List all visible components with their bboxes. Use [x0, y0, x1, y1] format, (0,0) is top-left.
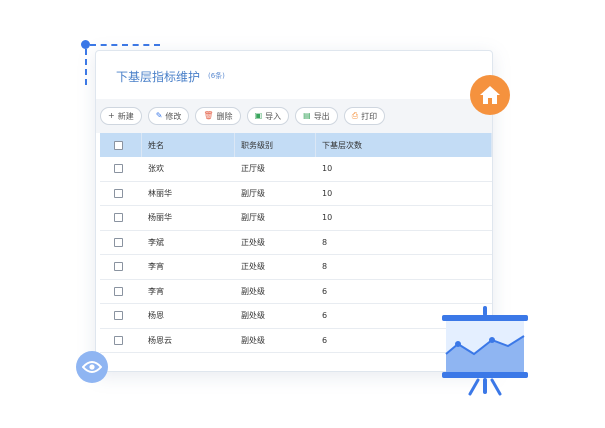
data-table: 姓名 职务级别 下基层次数 张欢 正厅级 10 林丽华 副厅级 10 杨丽华 副…: [100, 133, 492, 353]
cell-name: 李宵: [148, 262, 164, 272]
row-check-cell: [100, 255, 142, 279]
edit-button-label: 修改: [165, 111, 182, 121]
row-checkbox[interactable]: [114, 164, 123, 174]
home-icon[interactable]: [470, 75, 510, 115]
cell-name: 杨恩: [148, 311, 164, 321]
cell-level: 副处级: [241, 335, 265, 345]
table-row[interactable]: 杨丽华 副厅级 10: [100, 206, 492, 231]
edit-button[interactable]: ✎ 修改: [147, 107, 190, 125]
row-checkbox[interactable]: [114, 237, 123, 247]
row-checkbox[interactable]: [114, 262, 123, 272]
table-header-row: 姓名 职务级别 下基层次数: [100, 133, 492, 157]
import-button-label: 导入: [265, 111, 282, 121]
panel-header: 下基层指标维护 (6条): [96, 51, 492, 99]
row-check-cell: [100, 206, 142, 230]
home-glyph: [480, 86, 500, 104]
connector-dash-vertical: [85, 49, 87, 85]
table-row[interactable]: 杨恩云 副处级 6: [100, 329, 492, 353]
row-check-cell: [100, 157, 142, 181]
row-checkbox[interactable]: [114, 286, 123, 296]
delete-button-label: 删除: [216, 111, 233, 121]
table-row[interactable]: 李宵 正处级 8: [100, 255, 492, 280]
select-all-cell: [100, 133, 142, 157]
row-check-cell: [100, 231, 142, 255]
row-checkbox[interactable]: [114, 311, 123, 321]
cell-count: 8: [322, 237, 328, 247]
row-check-cell: [100, 329, 142, 353]
cell-name: 李宵: [148, 286, 164, 296]
cell-level: 正厅级: [241, 164, 265, 174]
presentation-chart-icon: [442, 306, 528, 396]
cell-count: 10: [322, 188, 333, 198]
row-check-cell: [100, 304, 142, 328]
trash-icon: 🗑: [203, 111, 214, 120]
connector-dot: [81, 40, 90, 49]
cell-count: 6: [322, 286, 328, 296]
table-row[interactable]: 杨恩 副处级 6: [100, 304, 492, 329]
import-icon: ▣: [254, 111, 263, 120]
row-check-cell: [100, 280, 142, 304]
cell-count: 8: [322, 262, 328, 272]
toolbar-area: + 新建 ✎ 修改 🗑 删除 ▣ 导入 ▤ 导出 ⎙ 打印: [96, 99, 492, 133]
edit-icon: ✎: [155, 111, 163, 120]
panel-title: 下基层指标维护: [116, 70, 201, 84]
cell-count: 10: [322, 164, 333, 174]
print-button-label: 打印: [361, 111, 378, 121]
new-button[interactable]: + 新建: [100, 107, 142, 125]
new-button-label: 新建: [117, 111, 134, 121]
row-check-cell: [100, 182, 142, 206]
cell-level: 副厅级: [241, 213, 265, 223]
table-row[interactable]: 李斌 正处级 8: [100, 231, 492, 255]
row-checkbox[interactable]: [114, 188, 123, 198]
table-row[interactable]: 林丽华 副厅级 10: [100, 182, 492, 206]
export-button[interactable]: ▤ 导出: [295, 107, 338, 125]
indicator-panel: 下基层指标维护 (6条) + 新建 ✎ 修改 🗑 删除 ▣ 导入 ▤ 导出 ⎙ …: [95, 50, 493, 372]
table-row[interactable]: 李宵 副处级 6: [100, 280, 492, 304]
print-icon: ⎙: [351, 111, 359, 120]
cell-level: 副处级: [241, 311, 265, 321]
cell-count: 10: [322, 213, 333, 223]
record-count: (6条): [208, 72, 225, 80]
cell-name: 李斌: [148, 237, 164, 247]
cell-level: 正处级: [241, 262, 265, 272]
delete-button[interactable]: 🗑 删除: [195, 107, 241, 125]
export-icon: ▤: [303, 111, 311, 120]
toolbar: + 新建 ✎ 修改 🗑 删除 ▣ 导入 ▤ 导出 ⎙ 打印: [100, 107, 386, 125]
column-header-level[interactable]: 职务级别: [235, 133, 316, 157]
cell-name: 杨丽华: [148, 213, 172, 223]
row-checkbox[interactable]: [114, 213, 123, 223]
cell-name: 林丽华: [148, 188, 172, 198]
eye-glyph: [82, 361, 102, 373]
import-button[interactable]: ▣ 导入: [246, 107, 290, 125]
column-header-count[interactable]: 下基层次数: [316, 133, 492, 157]
cell-name: 杨恩云: [148, 335, 172, 345]
column-header-name[interactable]: 姓名: [142, 133, 235, 157]
row-checkbox[interactable]: [114, 335, 123, 345]
export-button-label: 导出: [313, 111, 330, 121]
connector-dash-horizontal: [90, 44, 160, 46]
cell-name: 张欢: [148, 164, 164, 174]
select-all-checkbox[interactable]: [114, 140, 123, 150]
cell-level: 副厅级: [241, 188, 265, 198]
print-button[interactable]: ⎙ 打印: [343, 107, 386, 125]
eye-icon[interactable]: [76, 351, 108, 383]
cell-level: 副处级: [241, 286, 265, 296]
plus-icon: +: [108, 111, 115, 120]
table-row[interactable]: 张欢 正厅级 10: [100, 157, 492, 182]
cell-level: 正处级: [241, 237, 265, 247]
